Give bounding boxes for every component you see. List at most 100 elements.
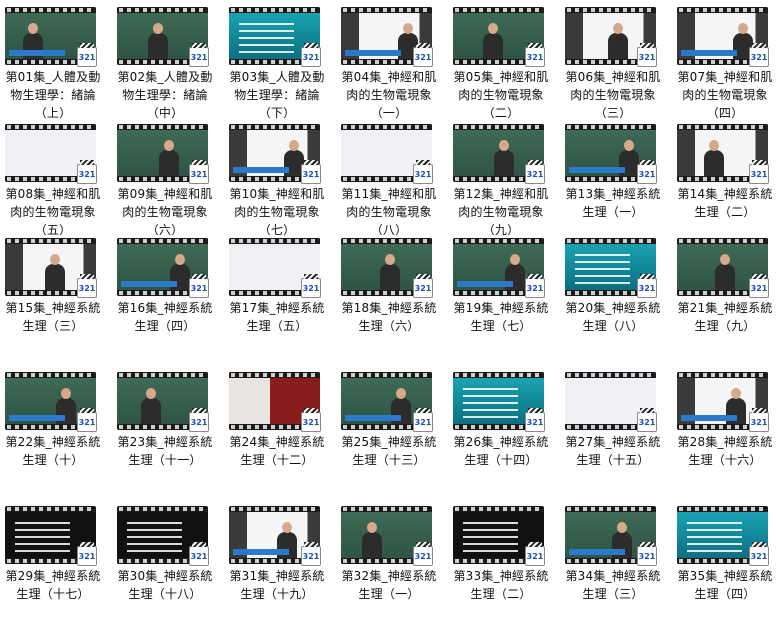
video-title[interactable]: 第05集_神經和肌肉的生物電現象（二）	[448, 68, 554, 122]
video-item[interactable]: 321 第14集_神經系統生理（二）	[672, 120, 776, 240]
caption-bar	[681, 50, 737, 56]
video-item[interactable]: 321 第17集_神經系統生理（五）	[224, 234, 334, 354]
clapperboard-icon: 321	[749, 43, 769, 67]
lecturer-figure	[494, 140, 514, 176]
lecturer-figure	[362, 522, 382, 558]
video-title[interactable]: 第19集_神經系統生理（七）	[448, 299, 554, 335]
video-item[interactable]: 321 第31集_神經系統生理（十九）	[224, 502, 334, 622]
video-item[interactable]: 321 第13集_神經系統生理（一）	[560, 120, 670, 240]
video-title[interactable]: 第14集_神經系統生理（二）	[672, 185, 776, 221]
video-title[interactable]: 第27集_神經系統生理（十五）	[560, 433, 666, 469]
video-title[interactable]: 第20集_神經系統生理（八）	[560, 299, 666, 335]
video-title[interactable]: 第18集_神經系統生理（六）	[336, 299, 442, 335]
caption-bar	[9, 50, 65, 56]
video-title[interactable]: 第33集_神經系統生理（二）	[448, 567, 554, 603]
video-title[interactable]: 第32集_神經系統生理（一）	[336, 567, 442, 603]
slide-text-lines	[463, 522, 518, 552]
video-item[interactable]: 321 第22集_神經系統生理（十）	[0, 368, 110, 488]
video-title[interactable]: 第08集_神經和肌肉的生物電現象（五）	[0, 185, 106, 239]
video-title[interactable]: 第07集_神經和肌肉的生物電現象（四）	[672, 68, 776, 122]
clapperboard-icon: 321	[413, 43, 433, 67]
clapperboard-icon: 321	[413, 274, 433, 298]
video-item[interactable]: 321 第35集_神經系統生理（四）	[672, 502, 776, 622]
video-title[interactable]: 第29集_神經系統生理（十七）	[0, 567, 106, 603]
clapperboard-icon: 321	[749, 542, 769, 566]
clapperboard-icon: 321	[301, 542, 321, 566]
clapperboard-icon: 321	[413, 542, 433, 566]
video-item[interactable]: 321 第26集_神經系統生理（十四）	[448, 368, 558, 488]
clapperboard-icon: 321	[301, 43, 321, 67]
video-item[interactable]: 321 第32集_神經系統生理（一）	[336, 502, 446, 622]
video-title[interactable]: 第02集_人體及動物生理學：緒論（中）	[112, 68, 218, 122]
video-item[interactable]: 321 第09集_神經和肌肉的生物電現象（六）	[112, 120, 222, 240]
video-item[interactable]: 321 第12集_神經和肌肉的生物電現象（九）	[448, 120, 558, 240]
video-item[interactable]: 321 第28集_神經系統生理（十六）	[672, 368, 776, 488]
video-title[interactable]: 第30集_神經系統生理（十八）	[112, 567, 218, 603]
video-item[interactable]: 321 第16集_神經系統生理（四）	[112, 234, 222, 354]
video-title[interactable]: 第28集_神經系統生理（十六）	[672, 433, 776, 469]
video-item[interactable]: 321 第23集_神經系統生理（十一）	[112, 368, 222, 488]
video-item[interactable]: 321 第18集_神經系統生理（六）	[336, 234, 446, 354]
video-title[interactable]: 第34集_神經系統生理（三）	[560, 567, 666, 603]
clapperboard-icon: 321	[189, 274, 209, 298]
video-title[interactable]: 第26集_神經系統生理（十四）	[448, 433, 554, 469]
slide-text-lines	[575, 254, 630, 284]
video-title[interactable]: 第11集_神經和肌肉的生物電現象（八）	[336, 185, 442, 239]
lecturer-figure	[608, 23, 628, 59]
video-title[interactable]: 第21集_神經系統生理（九）	[672, 299, 776, 335]
clapperboard-icon: 321	[413, 160, 433, 184]
video-title[interactable]: 第17集_神經系統生理（五）	[224, 299, 330, 335]
lecturer-figure	[45, 254, 65, 290]
video-title[interactable]: 第01集_人體及動物生理學：緒論（上）	[0, 68, 106, 122]
lecturer-figure	[483, 23, 503, 59]
video-title[interactable]: 第25集_神經系統生理（十三）	[336, 433, 442, 469]
video-item[interactable]: 321 第27集_神經系統生理（十五）	[560, 368, 670, 488]
video-title[interactable]: 第35集_神經系統生理（四）	[672, 567, 776, 603]
video-item[interactable]: 321 第25集_神經系統生理（十三）	[336, 368, 446, 488]
video-title[interactable]: 第31集_神經系統生理（十九）	[224, 567, 330, 603]
video-title[interactable]: 第24集_神經系統生理（十二）	[224, 433, 330, 469]
video-title[interactable]: 第23集_神經系統生理（十一）	[112, 433, 218, 469]
video-title[interactable]: 第16集_神經系統生理（四）	[112, 299, 218, 335]
video-item[interactable]: 321 第07集_神經和肌肉的生物電現象（四）	[672, 3, 776, 123]
video-item[interactable]: 321 第34集_神經系統生理（三）	[560, 502, 670, 622]
video-title[interactable]: 第06集_神經和肌肉的生物電現象（三）	[560, 68, 666, 122]
video-item[interactable]: 321 第19集_神經系統生理（七）	[448, 234, 558, 354]
video-item[interactable]: 321 第06集_神經和肌肉的生物電現象（三）	[560, 3, 670, 123]
clapperboard-icon: 321	[637, 542, 657, 566]
video-title[interactable]: 第09集_神經和肌肉的生物電現象（六）	[112, 185, 218, 239]
video-title[interactable]: 第03集_人體及動物生理學：緒論（下）	[224, 68, 330, 122]
caption-bar	[233, 549, 289, 555]
video-title[interactable]: 第15集_神經系統生理（三）	[0, 299, 106, 335]
lecturer-figure	[148, 23, 168, 59]
video-item[interactable]: 321 第24集_神經系統生理（十二）	[224, 368, 334, 488]
slide-text-lines	[127, 522, 182, 552]
video-title[interactable]: 第22集_神經系統生理（十）	[0, 433, 106, 469]
clapperboard-icon: 321	[525, 542, 545, 566]
clapperboard-icon: 321	[749, 274, 769, 298]
slide-text-lines	[239, 23, 294, 53]
video-title[interactable]: 第12集_神經和肌肉的生物電現象（九）	[448, 185, 554, 239]
slide-text-lines	[463, 388, 518, 418]
video-item[interactable]: 321 第03集_人體及動物生理學：緒論（下）	[224, 3, 334, 123]
video-item[interactable]: 321 第15集_神經系統生理（三）	[0, 234, 110, 354]
clapperboard-icon: 321	[637, 274, 657, 298]
video-item[interactable]: 321 第20集_神經系統生理（八）	[560, 234, 670, 354]
video-item[interactable]: 321 第05集_神經和肌肉的生物電現象（二）	[448, 3, 558, 123]
caption-bar	[233, 167, 289, 173]
video-item[interactable]: 321 第11集_神經和肌肉的生物電現象（八）	[336, 120, 446, 240]
video-title[interactable]: 第04集_神經和肌肉的生物電現象（一）	[336, 68, 442, 122]
video-item[interactable]: 321 第33集_神經系統生理（二）	[448, 502, 558, 622]
video-item[interactable]: 321 第08集_神經和肌肉的生物電現象（五）	[0, 120, 110, 240]
video-title[interactable]: 第10集_神經和肌肉的生物電現象（七）	[224, 185, 330, 239]
video-item[interactable]: 321 第29集_神經系統生理（十七）	[0, 502, 110, 622]
video-item[interactable]: 321 第30集_神經系統生理（十八）	[112, 502, 222, 622]
video-item[interactable]: 321 第10集_神經和肌肉的生物電現象（七）	[224, 120, 334, 240]
video-item[interactable]: 321 第02集_人體及動物生理學：緒論（中）	[112, 3, 222, 123]
video-item[interactable]: 321 第01集_人體及動物生理學：緒論（上）	[0, 3, 110, 123]
video-item[interactable]: 321 第21集_神經系統生理（九）	[672, 234, 776, 354]
video-title[interactable]: 第13集_神經系統生理（一）	[560, 185, 666, 221]
caption-bar	[569, 549, 625, 555]
video-item[interactable]: 321 第04集_神經和肌肉的生物電現象（一）	[336, 3, 446, 123]
lecturer-figure	[715, 254, 735, 290]
